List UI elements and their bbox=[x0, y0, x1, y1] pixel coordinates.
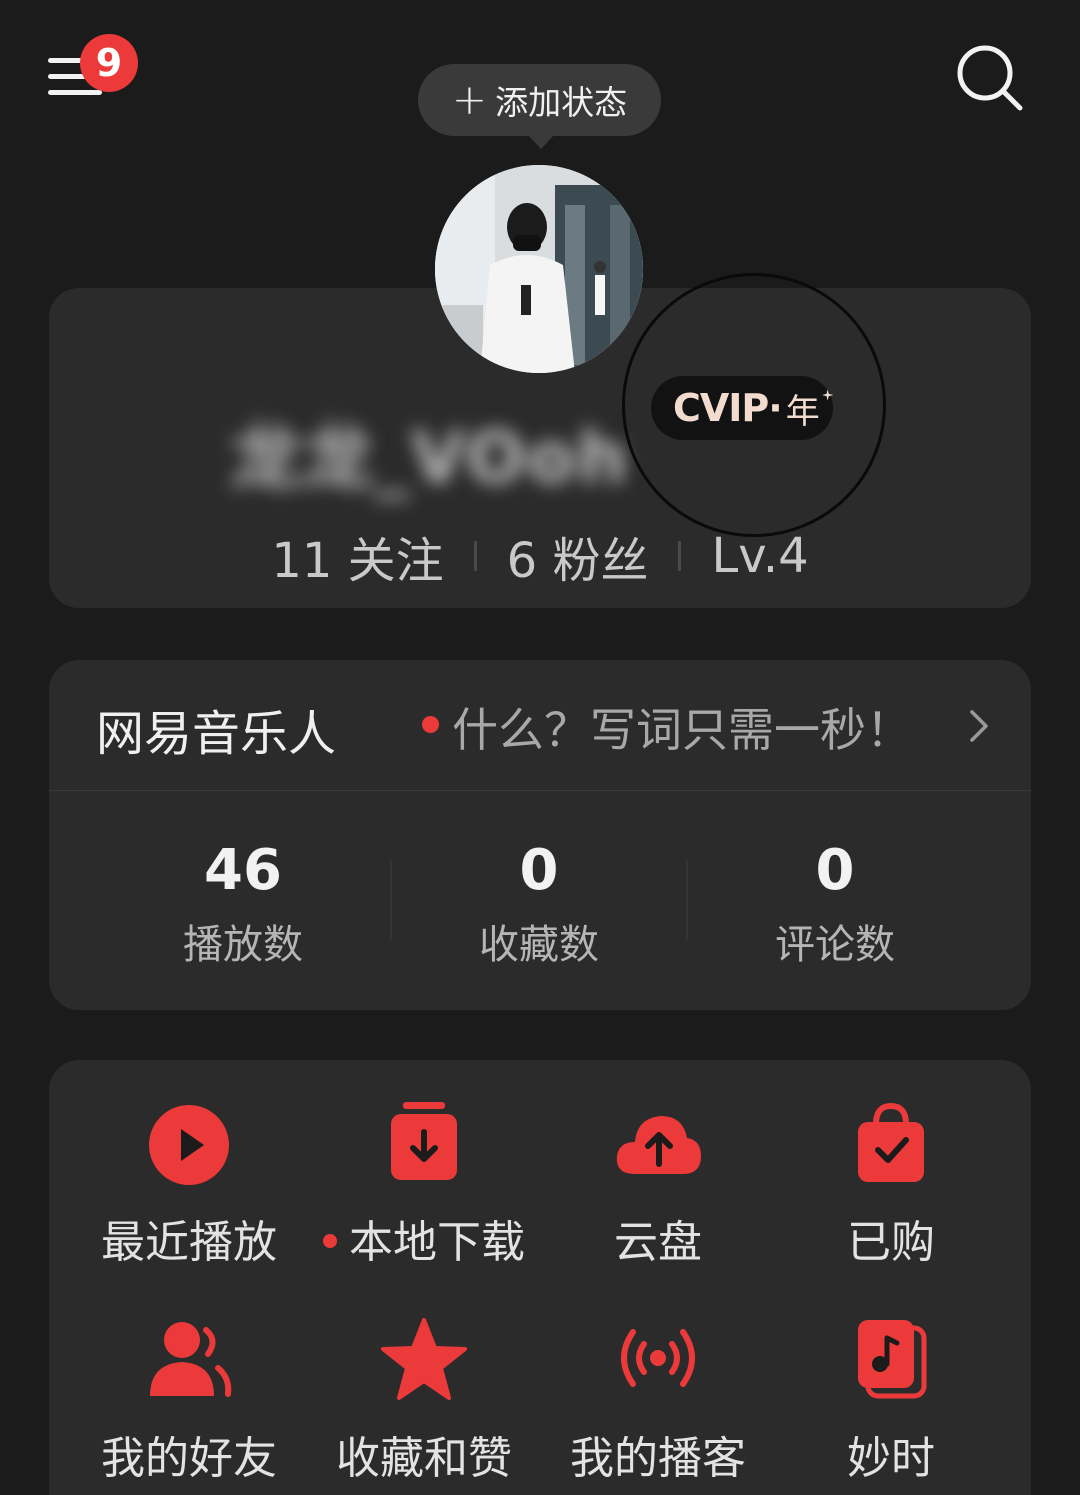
tile-label: 云盘 bbox=[614, 1217, 702, 1268]
cloud-disk-tile[interactable]: 云盘 bbox=[540, 1100, 776, 1290]
add-status-label: 添加状态 bbox=[495, 83, 628, 122]
avatar[interactable] bbox=[435, 165, 643, 373]
divider bbox=[473, 541, 477, 571]
notification-badge: 9 bbox=[80, 34, 138, 92]
plus-icon: + bbox=[451, 75, 488, 124]
my-podcast-tile[interactable]: 我的播客 bbox=[540, 1316, 776, 1495]
download-box-icon bbox=[391, 1102, 457, 1180]
tile-label: 我的好友 bbox=[101, 1433, 277, 1484]
tile-label-wrap: 本地下载 bbox=[306, 1206, 542, 1270]
search-icon bbox=[957, 45, 1023, 111]
tile-label: 最近播放 bbox=[101, 1217, 277, 1268]
vip-badge[interactable]: CVIP· 年 bbox=[651, 376, 833, 440]
play-circle-icon bbox=[149, 1105, 229, 1185]
vip-period: 年 bbox=[785, 391, 820, 432]
tile-label: 已购 bbox=[847, 1217, 935, 1268]
my-friends-tile[interactable]: 我的好友 bbox=[71, 1316, 307, 1495]
tile-label: 妙时 bbox=[847, 1433, 935, 1484]
friends-icon bbox=[150, 1322, 232, 1397]
metric-comments[interactable]: 0 评论数 bbox=[687, 836, 983, 970]
bubble-tail bbox=[528, 135, 554, 149]
followers-count[interactable]: 6 粉丝 bbox=[507, 521, 649, 591]
tile-label: 收藏和赞 bbox=[336, 1433, 512, 1484]
new-dot bbox=[323, 1234, 337, 1248]
purchased-tile[interactable]: 已购 bbox=[773, 1100, 1009, 1290]
broadcast-icon bbox=[621, 1329, 695, 1387]
metric-value: 46 bbox=[204, 838, 282, 903]
user-level[interactable]: Lv.4 bbox=[711, 528, 808, 584]
metric-label: 播放数 bbox=[183, 922, 303, 968]
vip-logo: CVIP· bbox=[673, 386, 783, 430]
musician-promo: 什么？写词只需一秒！ bbox=[452, 703, 912, 757]
musician-title: 网易音乐人 bbox=[96, 706, 337, 762]
search-button[interactable] bbox=[952, 40, 1026, 114]
metric-value: 0 bbox=[815, 838, 855, 903]
menu-icon-bar bbox=[48, 90, 102, 95]
menu-icon-bar bbox=[48, 74, 86, 79]
collect-and-like-tile[interactable]: 收藏和赞 bbox=[306, 1316, 542, 1495]
metric-plays[interactable]: 46 播放数 bbox=[95, 836, 391, 970]
metric-label: 评论数 bbox=[775, 922, 895, 968]
divider bbox=[678, 541, 682, 571]
username: 龙龙_VOoh bbox=[230, 417, 630, 499]
tile-label: 我的播客 bbox=[570, 1433, 746, 1484]
metric-collects[interactable]: 0 收藏数 bbox=[391, 836, 687, 970]
local-download-tile[interactable]: 本地下载 bbox=[306, 1100, 542, 1290]
new-dot bbox=[422, 716, 439, 733]
star-icon bbox=[381, 1318, 467, 1400]
profile-stats: 11 关注 6 粉丝 Lv.4 bbox=[0, 521, 1080, 591]
sparkle-icon bbox=[821, 389, 833, 401]
avatar-photo bbox=[435, 165, 643, 373]
moments-tile[interactable]: 妙时 bbox=[773, 1316, 1009, 1495]
tile-label: 本地下载 bbox=[349, 1217, 525, 1268]
add-status-button[interactable]: + 添加状态 bbox=[418, 64, 661, 149]
music-note-card-icon bbox=[858, 1320, 927, 1399]
recent-play-tile[interactable]: 最近播放 bbox=[71, 1100, 307, 1290]
divider bbox=[49, 790, 1031, 791]
metric-value: 0 bbox=[519, 838, 559, 903]
shopping-bag-check-icon bbox=[858, 1102, 924, 1182]
following-count[interactable]: 11 关注 bbox=[271, 521, 443, 591]
chevron-right-icon bbox=[970, 710, 988, 742]
metric-label: 收藏数 bbox=[479, 922, 599, 968]
cloud-upload-icon bbox=[616, 1116, 701, 1174]
